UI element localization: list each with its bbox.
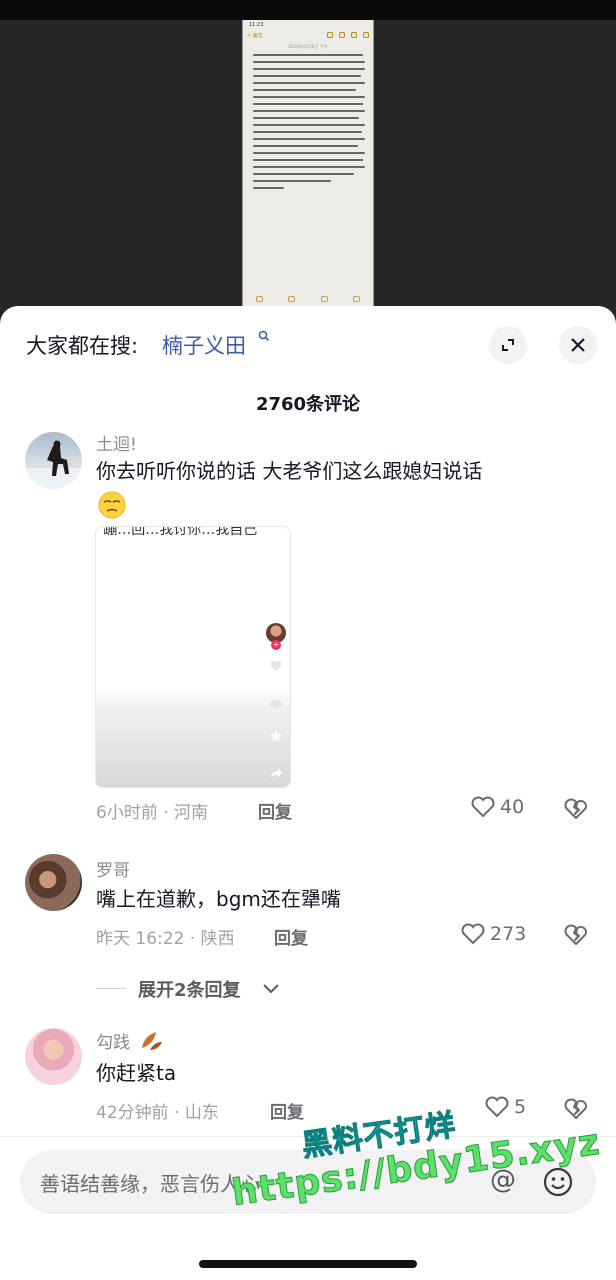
expand-replies-button[interactable]: 展开2条回复 xyxy=(138,976,241,1002)
heart-icon xyxy=(461,923,485,945)
awkward-smile-emoji xyxy=(97,490,127,520)
search-suggestion-term[interactable]: 楠子义田 xyxy=(162,330,246,360)
thumbnail-share-icon xyxy=(271,768,282,778)
video-top-bar xyxy=(0,0,616,20)
leaf-badge-icon xyxy=(142,1032,162,1050)
expand-replies-row[interactable]: 展开2条回复 xyxy=(0,974,616,1002)
chevron-down-icon xyxy=(263,984,279,994)
expand-button[interactable] xyxy=(489,326,527,364)
thumbnail-caption: “蹦…回…我讨你…我自己 xyxy=(96,526,258,538)
close-icon xyxy=(571,338,585,352)
close-button[interactable] xyxy=(559,326,597,364)
comment-username[interactable]: 罗哥 xyxy=(96,856,130,881)
thumbnail-star-icon xyxy=(270,730,282,742)
phone-toolbar-icons xyxy=(327,32,369,40)
search-suggestion-row: 大家都在搜: 楠子义田 xyxy=(0,326,616,364)
search-suggestion-prefix: 大家都在搜: xyxy=(26,334,139,358)
expand-icon xyxy=(502,339,514,351)
broken-heart-icon[interactable] xyxy=(563,796,589,822)
comment-username[interactable]: 土迴! xyxy=(96,430,137,455)
reply-button[interactable]: 回复 xyxy=(258,798,292,823)
broken-heart-icon[interactable] xyxy=(563,922,589,948)
phone-status-bar: 11:23 xyxy=(249,22,264,28)
search-icon[interactable] xyxy=(258,330,270,346)
comment-input-placeholder: 善语结善缘，恶言伤人心 xyxy=(40,1172,260,1196)
phone-note-text-lines xyxy=(243,50,373,189)
comment-text: 嘴上在道歉，bgm还在犟嘴 xyxy=(96,887,341,911)
thumbnail-comment-icon xyxy=(270,699,282,709)
video-frame-notes-screenshot: 11:23 < 备忘 2024年4月26日 下午 xyxy=(242,20,374,310)
phone-back-label: < 备忘 xyxy=(247,33,263,39)
avatar[interactable] xyxy=(25,432,82,489)
video-player[interactable]: 11:23 < 备忘 2024年4月26日 下午 xyxy=(0,0,616,330)
home-indicator[interactable] xyxy=(199,1260,417,1268)
like-count: 273 xyxy=(490,923,527,945)
comment-meta: 42分钟前 · 山东 xyxy=(96,1103,219,1123)
like-count: 40 xyxy=(500,796,525,818)
thumbnail-follow-badge: + xyxy=(271,640,281,650)
comment-text: 你去听听你说的话 大老爷们这么跟媳妇说话 xyxy=(96,459,483,483)
comment-count: 2760条评论 xyxy=(255,394,361,415)
comment-meta: 昨天 16:22 · 陕西 xyxy=(96,929,235,949)
comment-media-thumbnail[interactable]: “蹦…回…我讨你…我自己 + xyxy=(95,526,291,788)
thumbnail-heart-icon xyxy=(270,660,282,671)
reply-button[interactable]: 回复 xyxy=(274,924,308,949)
comment-username[interactable]: 勾践 xyxy=(96,1028,130,1053)
expand-replies-divider xyxy=(96,988,126,989)
phone-notes-nav: < 备忘 xyxy=(243,30,373,42)
like-button[interactable]: 40 xyxy=(470,795,524,819)
heart-icon xyxy=(471,796,495,818)
comment-text: 你赶紧ta xyxy=(96,1061,177,1085)
avatar[interactable] xyxy=(25,854,82,911)
comment-meta: 6小时前 · 河南 xyxy=(96,803,209,823)
like-button[interactable]: 273 xyxy=(460,922,526,946)
avatar[interactable] xyxy=(25,1028,82,1085)
